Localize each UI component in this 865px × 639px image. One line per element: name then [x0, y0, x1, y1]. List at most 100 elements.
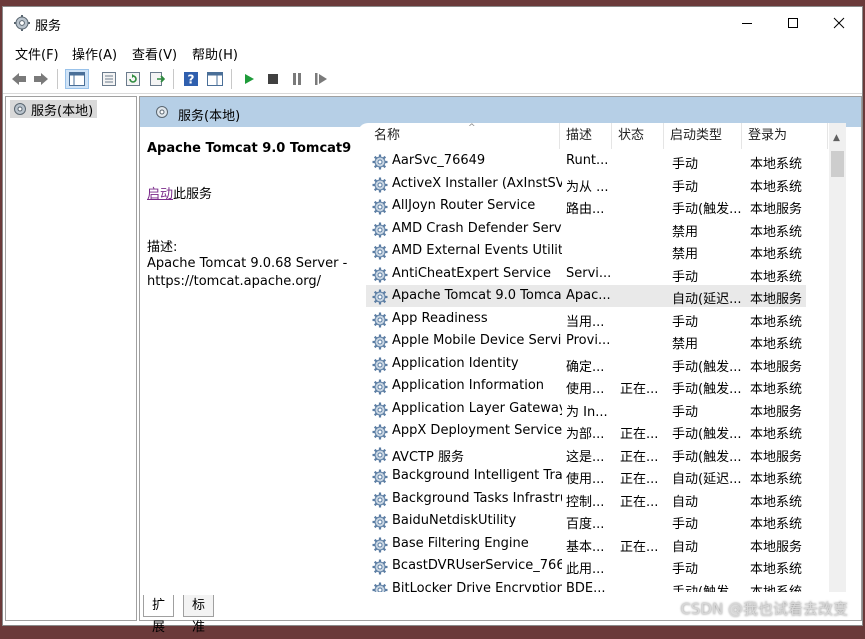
- properties-button[interactable]: [99, 69, 119, 89]
- pause-service-button[interactable]: [287, 69, 307, 89]
- column-header-startup-type[interactable]: 启动类型: [664, 123, 742, 149]
- service-log-on-as: 本地系统: [750, 337, 803, 352]
- service-row[interactable]: BaiduNetdiskUtility 百度... 手动 本地系统: [358, 510, 846, 533]
- service-row[interactable]: Application Information 使用... 正在... 手动(触发..…: [358, 375, 846, 398]
- toolbar-separator: [231, 69, 232, 89]
- column-header-label: 启动类型: [670, 128, 723, 143]
- service-gear-icon: [371, 311, 389, 329]
- service-row[interactable]: App Readiness 当用... 手动 本地系统: [358, 308, 846, 331]
- service-row[interactable]: AntiCheatExpert Service Servi... 手动 本地系统: [358, 263, 846, 286]
- service-startup-type: 手动: [672, 314, 699, 330]
- service-row[interactable]: AMD Crash Defender Servi... 禁用 本地系统: [358, 218, 846, 241]
- show-action-pane-button[interactable]: [205, 69, 225, 89]
- service-name: AMD External Events Utility: [392, 243, 562, 258]
- service-gear-icon: [371, 536, 389, 554]
- service-gear-icon: [371, 356, 389, 374]
- service-log-on-as: 本地系统: [750, 562, 803, 577]
- services-list: 名称 ^ 描述 状态 启动类型 登录为 AarSvc_76649 Runt... 手动…: [358, 123, 846, 592]
- service-row[interactable]: ActiveX Installer (AxInstSV) 为从 ... 手动 本地系统: [358, 173, 846, 196]
- title-bar[interactable]: 服务: [3, 7, 862, 39]
- service-log-on-as: 本地服务: [750, 404, 803, 420]
- minimize-button[interactable]: [724, 7, 770, 39]
- service-gear-icon: [371, 333, 389, 351]
- help-button[interactable]: ?: [181, 69, 201, 89]
- service-log-on-as: 本地系统: [750, 494, 803, 510]
- menu-view[interactable]: 查看(V): [132, 44, 177, 63]
- service-description: 基本...: [566, 539, 605, 555]
- service-row[interactable]: AarSvc_76649 Runt... 手动 本地系统: [358, 150, 846, 173]
- service-startup-type: 手动: [672, 269, 699, 285]
- action-pane-icon: [207, 72, 223, 86]
- service-name: BcastDVRUserService_766...: [392, 558, 562, 573]
- scroll-up-icon[interactable]: ▲: [833, 133, 840, 143]
- column-header-log-on-as[interactable]: 登录为: [742, 123, 828, 149]
- service-description: 确定...: [566, 359, 605, 375]
- service-status: 正在...: [620, 472, 659, 487]
- service-gear-icon: [371, 423, 389, 441]
- service-row[interactable]: AppX Deployment Service ... 为部... 正在... 手动(…: [358, 420, 846, 443]
- service-name: ActiveX Installer (AxInstSV): [392, 175, 562, 191]
- close-button[interactable]: [816, 7, 862, 39]
- service-name: Application Information: [392, 378, 545, 393]
- back-button[interactable]: [9, 69, 29, 89]
- service-startup-type: 手动(触发...: [672, 202, 742, 217]
- help-icon: ?: [184, 72, 198, 87]
- description-text: Apache Tomcat 9.0.68 Server - https://to…: [147, 256, 348, 289]
- service-row[interactable]: Apple Mobile Device Servi... Provi... 禁用 本地…: [358, 330, 846, 353]
- service-log-on-as: 本地系统: [750, 314, 803, 330]
- watermark: CSDN @我也试着去改变: [680, 600, 848, 618]
- service-row[interactable]: Application Layer Gateway ...为 In... 手动 本地…: [358, 398, 846, 421]
- start-service-link[interactable]: 启动: [147, 187, 173, 202]
- service-description: 使用...: [566, 472, 605, 487]
- start-service-button[interactable]: [239, 69, 259, 89]
- scrollbar-thumb[interactable]: [831, 151, 844, 177]
- toolbar-separator: [57, 69, 58, 89]
- service-row[interactable]: Background Tasks Infrastru... 控制... 正在... 自…: [358, 488, 846, 511]
- service-startup-type: 手动: [672, 517, 699, 532]
- menu-help[interactable]: 帮助(H): [192, 44, 238, 63]
- service-row[interactable]: BcastDVRUserService_766... 此用... 手动 本地系统: [358, 555, 846, 578]
- service-name: Apple Mobile Device Servi...: [392, 333, 562, 348]
- service-log-on-as: 本地服务: [750, 449, 803, 465]
- service-row[interactable]: BitLocker Drive Encryption ... BDE... 手动(触…: [358, 578, 846, 592]
- svg-text:?: ?: [188, 73, 195, 87]
- pane-header-title: 服务(本地): [178, 109, 241, 124]
- service-description: 这是...: [566, 449, 605, 465]
- tab-extended[interactable]: 扩展: [143, 595, 175, 635]
- service-row[interactable]: Base Filtering Engine 基本... 正在... 自动 本地服务: [358, 533, 846, 556]
- service-name: AllJoyn Router Service: [392, 198, 536, 213]
- tab-standard[interactable]: 标准: [183, 595, 215, 635]
- service-row[interactable]: AMD External Events Utility 禁用 本地系统: [358, 240, 846, 263]
- service-startup-type: 自动(延迟...: [672, 292, 742, 307]
- service-row[interactable]: AVCTP 服务 这是... 正在... 手动(触发... 本地服务: [358, 443, 846, 466]
- menu-action[interactable]: 操作(A): [72, 44, 117, 63]
- maximize-button[interactable]: [770, 7, 816, 39]
- service-startup-type: 手动: [672, 179, 699, 195]
- vertical-scrollbar[interactable]: ▲ ▼: [829, 123, 846, 592]
- service-status: 正在...: [620, 449, 659, 465]
- service-row[interactable]: Apache Tomcat 9.0 Tomcat9 Apac... 自动(延迟...…: [358, 285, 846, 308]
- column-header-label: 登录为: [748, 128, 788, 143]
- restart-icon: [315, 73, 327, 85]
- show-console-tree-button[interactable]: [65, 69, 89, 89]
- refresh-button[interactable]: [123, 69, 143, 89]
- forward-button[interactable]: [31, 69, 51, 89]
- service-startup-type: 手动(触发...: [672, 427, 742, 442]
- column-header-status[interactable]: 状态: [612, 123, 664, 149]
- tree-item-services-local[interactable]: 服务(本地): [10, 100, 98, 119]
- service-row[interactable]: AllJoyn Router Service 路由... 手动(触发... 本地服务: [358, 195, 846, 218]
- stop-service-button[interactable]: [263, 69, 283, 89]
- sort-ascending-icon: ^: [468, 123, 476, 133]
- service-gear-icon: [371, 288, 389, 306]
- service-name: AMD Crash Defender Servi...: [392, 220, 562, 236]
- export-list-button[interactable]: [147, 69, 167, 89]
- toolbar-separator: [173, 69, 174, 89]
- restart-service-button[interactable]: [311, 69, 331, 89]
- service-name: AppX Deployment Service ...: [392, 423, 562, 438]
- service-row[interactable]: Application Identity 确定... 手动(触发... 本地服务: [358, 353, 846, 376]
- menu-file[interactable]: 文件(F): [15, 44, 59, 63]
- column-header-name[interactable]: 名称 ^: [368, 123, 560, 149]
- column-header-description[interactable]: 描述: [560, 123, 612, 149]
- service-log-on-as: 本地服务: [750, 359, 803, 375]
- service-row[interactable]: Background Intelligent Tra... 使用... 正在... 自…: [358, 465, 846, 488]
